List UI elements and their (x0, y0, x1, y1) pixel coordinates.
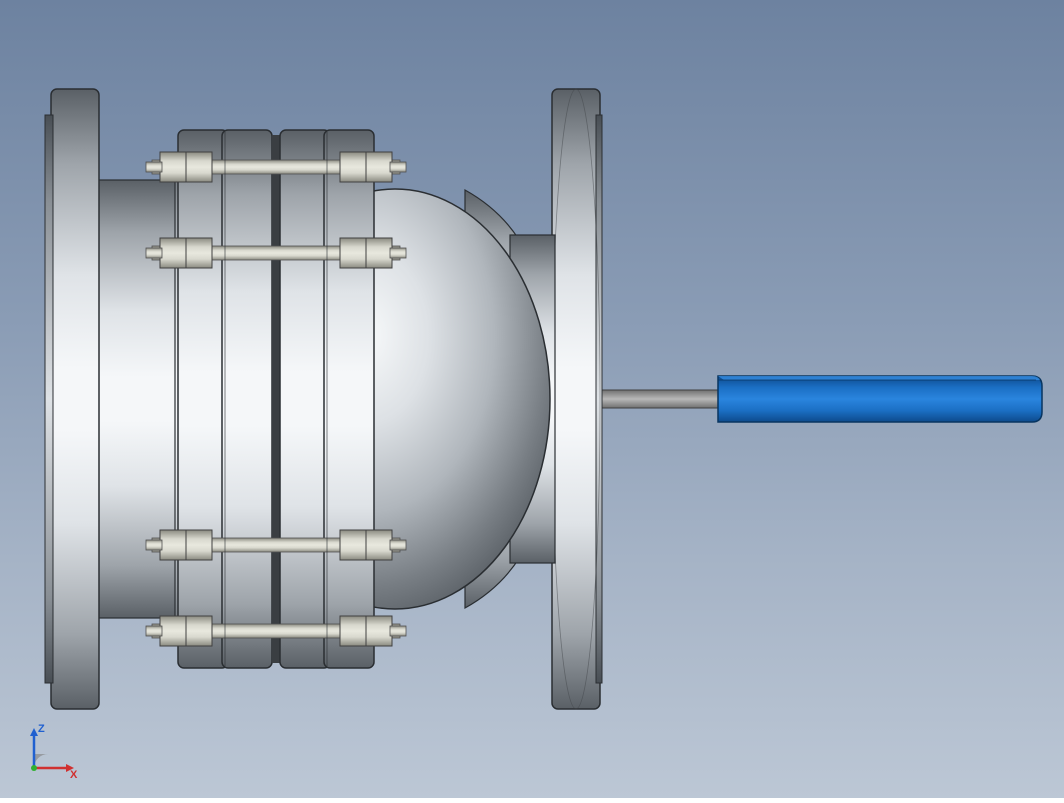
cad-viewport[interactable]: Z X (0, 0, 1064, 798)
axis-triad-svg: Z X (22, 720, 82, 780)
x-axis-label: X (70, 769, 78, 780)
y-axis-marker (31, 765, 37, 771)
flange-gap (272, 135, 280, 663)
valve-assembly-svg (0, 0, 1064, 798)
right-flange (552, 89, 602, 709)
left-flange (45, 89, 99, 709)
axis-triad[interactable]: Z X (22, 720, 82, 780)
valve-body (45, 89, 1042, 709)
z-axis-arrow (30, 728, 38, 736)
model-view[interactable] (0, 0, 1064, 798)
handle-stem (600, 390, 720, 408)
valve-handle (718, 376, 1042, 422)
z-axis-label: Z (38, 723, 45, 735)
